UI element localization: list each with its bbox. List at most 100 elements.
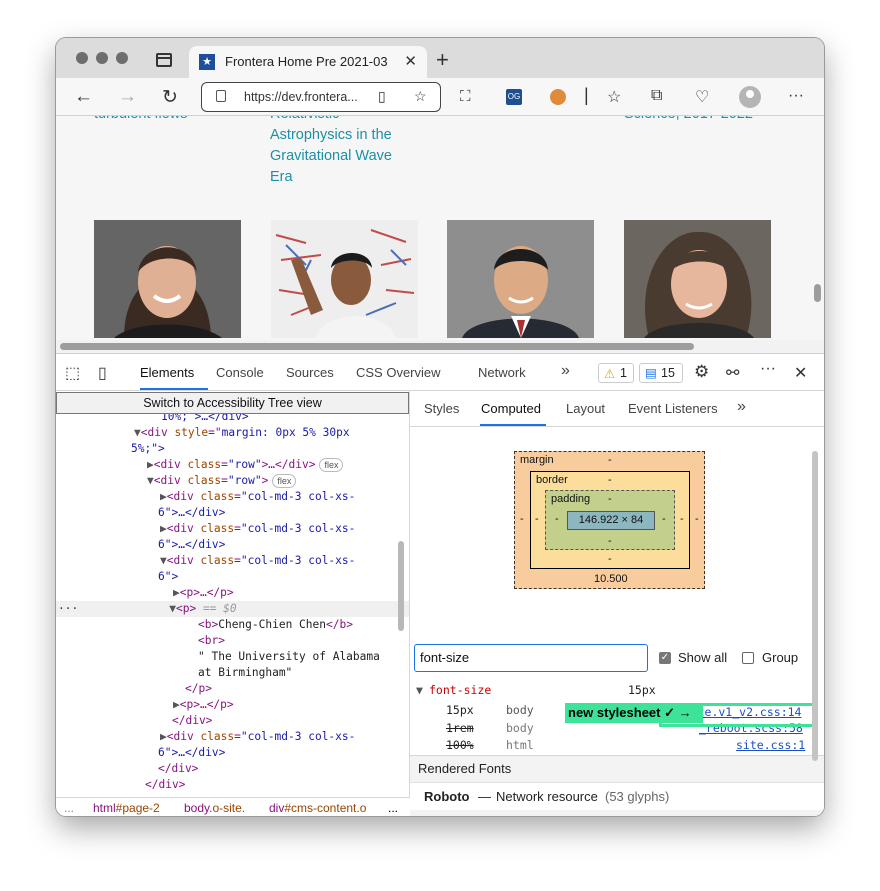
dom-line[interactable]: <b>Cheng-Chien Chen</b> bbox=[56, 617, 409, 633]
breadcrumb-scroll-right[interactable]: ... bbox=[386, 801, 399, 815]
address-text[interactable]: https://dev.frontera... bbox=[244, 90, 358, 104]
profile-avatar[interactable] bbox=[739, 86, 761, 108]
tab-computed[interactable]: Computed bbox=[481, 401, 541, 416]
breadcrumb-item[interactable]: html#page-2 bbox=[93, 801, 160, 815]
page-horizontal-scrollbar[interactable] bbox=[56, 340, 824, 353]
padding-bottom-value[interactable]: - bbox=[608, 535, 612, 547]
dom-line[interactable]: ▶<p>…</p> bbox=[56, 585, 409, 601]
dom-line[interactable]: </div> bbox=[56, 777, 409, 793]
border-right-value[interactable]: - bbox=[680, 513, 684, 525]
close-tab-icon[interactable]: ✕ bbox=[404, 52, 417, 70]
dom-line[interactable]: ▶<div class="col-md-3 col-xs- bbox=[56, 521, 409, 537]
tab-styles[interactable]: Styles bbox=[424, 401, 459, 416]
dom-line[interactable]: 6"> bbox=[56, 569, 409, 585]
address-bar[interactable]: https://dev.frontera... ▯ ☆ bbox=[201, 82, 441, 112]
dom-line[interactable]: 6">…</div> bbox=[56, 505, 409, 521]
warnings-badge[interactable]: ⚠ 1 bbox=[598, 363, 634, 383]
page-vertical-scrollbar[interactable] bbox=[814, 284, 821, 302]
collections-icon[interactable]: ⧉ bbox=[651, 87, 662, 105]
close-devtools-icon[interactable]: ✕ bbox=[794, 363, 807, 383]
group-checkbox[interactable] bbox=[742, 652, 754, 664]
dom-line[interactable]: 6">…</div> bbox=[56, 745, 409, 761]
dom-line[interactable]: ▶<div class="col-md-3 col-xs- bbox=[56, 489, 409, 505]
dom-line[interactable]: ▶<p>…</p> bbox=[56, 697, 409, 713]
padding-left-value[interactable]: - bbox=[555, 513, 559, 525]
dom-line[interactable]: ▶<div class="row">…</div> flex bbox=[56, 457, 409, 473]
margin-top-value[interactable]: - bbox=[608, 454, 612, 466]
tab-actions-icon[interactable] bbox=[156, 53, 172, 67]
new-tab-button[interactable]: + bbox=[436, 47, 449, 73]
border-top-value[interactable]: - bbox=[608, 474, 612, 486]
dom-line[interactable]: </div> bbox=[56, 713, 409, 729]
browser-essentials-icon[interactable]: ♡ bbox=[695, 87, 709, 107]
padding-right-value[interactable]: - bbox=[662, 513, 666, 525]
dom-line[interactable]: " The University of Alabama bbox=[56, 649, 409, 665]
page-horizontal-scroll-thumb[interactable] bbox=[60, 343, 694, 350]
tab-network[interactable]: Network bbox=[478, 365, 526, 380]
og-extension-icon[interactable]: OG bbox=[506, 89, 522, 105]
dom-line[interactable]: 5%;"> bbox=[56, 441, 409, 457]
customize-icon[interactable]: ⚯ bbox=[726, 363, 739, 383]
dom-line[interactable]: ▼<div class="col-md-3 col-xs- bbox=[56, 553, 409, 569]
dom-line-selected[interactable]: ··· ▼<p> == $0 bbox=[56, 601, 409, 618]
expand-property-icon[interactable]: ▼ bbox=[416, 683, 423, 697]
immersive-reader-icon[interactable]: ▯ bbox=[378, 88, 386, 105]
screenshot-icon[interactable]: ⛶ bbox=[460, 88, 471, 105]
more-sub-tabs-icon[interactable]: » bbox=[737, 398, 746, 416]
breadcrumb-item[interactable]: div#cms-content.o bbox=[269, 801, 366, 815]
breadcrumb-scroll-left[interactable]: ... bbox=[64, 801, 74, 815]
breadcrumb-item[interactable]: body.o-site. bbox=[184, 801, 245, 815]
tab-elements[interactable]: Elements bbox=[140, 365, 194, 380]
border-left-value[interactable]: - bbox=[535, 513, 539, 525]
favorites-icon[interactable]: ☆ bbox=[607, 87, 621, 107]
dom-line[interactable]: ▶<div class="col-md-3 col-xs- bbox=[56, 729, 409, 745]
elements-scrollbar[interactable] bbox=[398, 541, 404, 631]
more-tabs-icon[interactable]: » bbox=[561, 362, 570, 380]
refresh-icon[interactable]: ↻ bbox=[162, 86, 178, 109]
tab-event-listeners[interactable]: Event Listeners bbox=[628, 401, 718, 416]
forward-arrow-icon[interactable]: → bbox=[118, 86, 137, 108]
border-bottom-value[interactable]: - bbox=[608, 553, 612, 565]
padding-top-value[interactable]: - bbox=[608, 493, 612, 505]
page-link-turbulent[interactable]: turbulent flows bbox=[94, 116, 214, 125]
page-link-relativistic[interactable]: Relativistic Astrophysics in the Gravita… bbox=[270, 116, 415, 188]
switch-accessibility-tree-button[interactable]: Switch to Accessibility Tree view bbox=[56, 392, 409, 414]
show-all-checkbox[interactable]: ✓ bbox=[659, 652, 671, 664]
dom-line[interactable]: </div> bbox=[56, 761, 409, 777]
computed-scrollbar[interactable] bbox=[812, 451, 818, 761]
flex-badge[interactable]: flex bbox=[272, 474, 297, 488]
settings-more-icon[interactable]: ··· bbox=[788, 87, 804, 105]
tab-css-overview[interactable]: CSS Overview bbox=[356, 365, 441, 380]
back-arrow-icon[interactable]: ← bbox=[74, 86, 93, 108]
messages-badge[interactable]: ▤ 15 bbox=[639, 363, 683, 383]
close-window-button[interactable] bbox=[76, 52, 88, 64]
dom-line[interactable]: 6">…</div> bbox=[56, 537, 409, 553]
margin-left-value[interactable]: - bbox=[520, 513, 524, 525]
tab-layout[interactable]: Layout bbox=[566, 401, 605, 416]
selected-node-dots[interactable]: ··· bbox=[56, 602, 78, 615]
computed-property-name[interactable]: font-size bbox=[429, 683, 491, 697]
gear-icon[interactable]: ⚙ bbox=[694, 362, 709, 382]
browser-tab[interactable]: ★ Frontera Home Pre 2021-03 ✕ bbox=[189, 46, 427, 78]
minimize-window-button[interactable] bbox=[96, 52, 108, 64]
page-link-science[interactable]: Science, 2017-2022 bbox=[624, 116, 774, 125]
trace-source-link-3[interactable]: site.css:1 bbox=[736, 738, 805, 752]
inspect-element-icon[interactable]: ⬚ bbox=[65, 363, 80, 383]
device-emulation-icon[interactable]: ▯ bbox=[98, 363, 107, 383]
flex-badge[interactable]: flex bbox=[319, 458, 344, 472]
margin-right-value[interactable]: - bbox=[695, 513, 699, 525]
tab-console[interactable]: Console bbox=[216, 365, 264, 380]
dom-line[interactable]: ▼<div style="margin: 0px 5% 30px bbox=[56, 425, 409, 441]
more-options-icon[interactable]: ··· bbox=[760, 360, 776, 378]
tab-sources[interactable]: Sources bbox=[286, 365, 334, 380]
add-favorite-icon[interactable]: ☆ bbox=[414, 88, 427, 105]
dom-line[interactable]: </p> bbox=[56, 681, 409, 697]
box-model-content[interactable]: 146.922 × 84 bbox=[567, 511, 655, 530]
dom-line[interactable]: <br> bbox=[56, 633, 409, 649]
margin-bottom-value[interactable]: 10.500 bbox=[594, 573, 628, 585]
filter-input[interactable]: font-size bbox=[414, 644, 648, 672]
owl-extension-icon[interactable] bbox=[550, 89, 566, 105]
zoom-window-button[interactable] bbox=[116, 52, 128, 64]
dom-line[interactable]: at Birmingham" bbox=[56, 665, 409, 681]
dom-line[interactable]: ▼<div class="row"> flex bbox=[56, 473, 409, 489]
